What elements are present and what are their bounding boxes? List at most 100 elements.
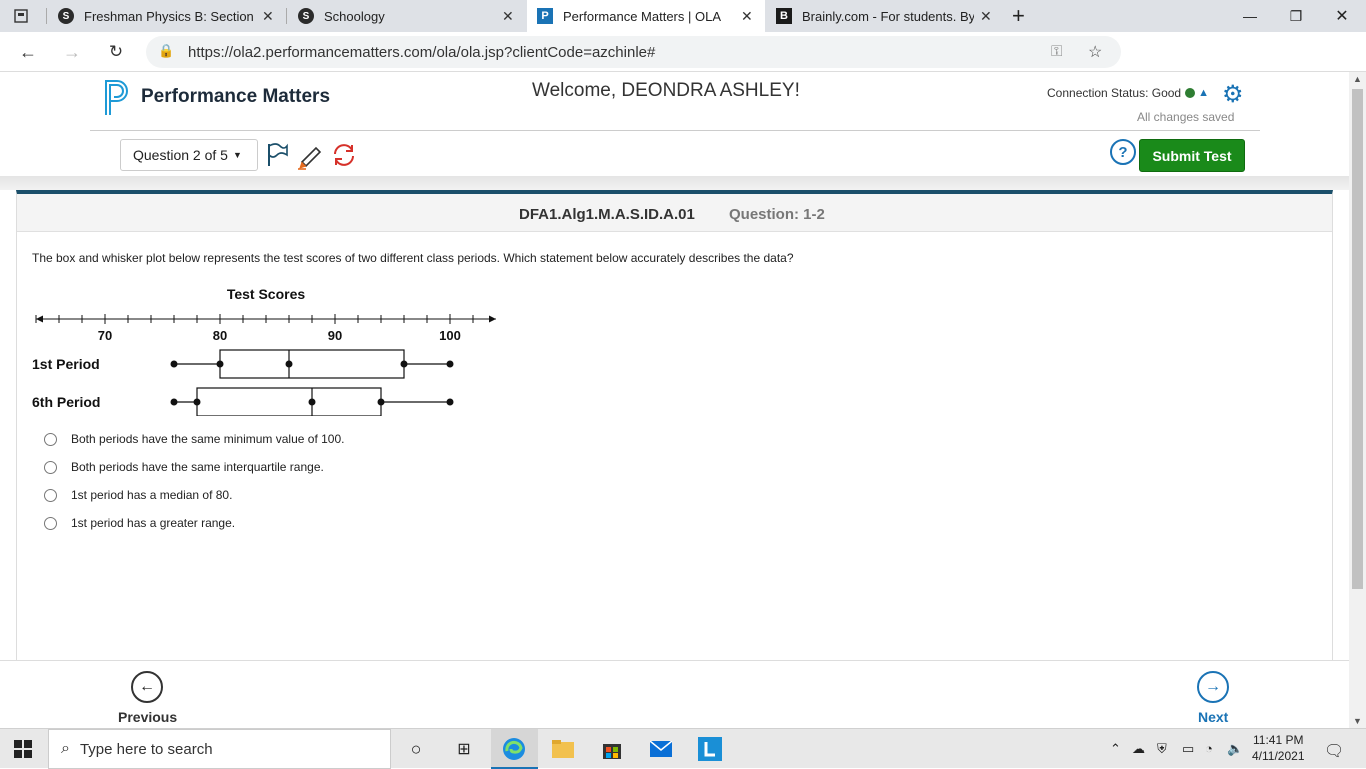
edge-browser-icon[interactable] <box>502 737 526 761</box>
restore-icon[interactable]: ❐ <box>1273 0 1319 32</box>
schoology-favicon-icon: S <box>298 8 314 24</box>
max-point <box>446 360 454 368</box>
radio-button[interactable] <box>44 516 57 530</box>
help-button[interactable]: ? <box>1110 139 1136 165</box>
close-tab-icon[interactable]: ✕ <box>980 8 992 25</box>
task-view-icon[interactable]: ⊞ <box>452 737 476 761</box>
next-arrow-icon[interactable]: → <box>1197 671 1229 703</box>
performance-matters-logo: Performance Matters <box>103 78 330 116</box>
tick-label: 90 <box>328 328 342 343</box>
scrollbar-thumb[interactable] <box>1352 89 1363 589</box>
answer-choice[interactable]: 1st period has a greater range. <box>44 516 235 530</box>
status-dot-icon <box>1185 88 1196 98</box>
tick-label: 100 <box>439 328 461 343</box>
iqr-box <box>219 349 405 379</box>
question-number: Question: 1-2 <box>729 206 825 223</box>
clock-time: 11:41 PM <box>1253 733 1304 747</box>
page-scrollbar[interactable]: ▲ ▼ <box>1349 72 1366 728</box>
tab-brainly[interactable]: B Brainly.com - For students. By stu ✕ <box>766 0 1004 32</box>
previous-arrow-icon[interactable]: ← <box>131 671 163 703</box>
q3-point <box>377 398 385 406</box>
iqr-box <box>196 387 382 416</box>
series-label: 1st Period <box>32 356 100 372</box>
notifications-icon[interactable]: 🗨 <box>1324 741 1344 761</box>
q3-point <box>400 360 408 368</box>
choice-label: 1st period has a median of 80. <box>71 488 233 502</box>
refresh-icon[interactable] <box>331 142 357 168</box>
minimize-icon[interactable]: — <box>1227 0 1273 32</box>
launcher-l-icon[interactable] <box>698 737 722 761</box>
box-whisker-plot: Test Scores 70 80 90 100 1st Period 6th Period <box>32 286 496 416</box>
security-icon[interactable]: ⛨ <box>1157 741 1167 757</box>
cortana-icon[interactable]: ○ <box>404 737 428 761</box>
taskbar-clock[interactable]: 11:41 PM 4/11/2021 <box>1252 732 1305 764</box>
scroll-up-icon[interactable]: ▲ <box>1353 74 1362 84</box>
previous-button[interactable]: Previous <box>118 709 177 725</box>
windows-taskbar: ⌕ Type here to search ○ ⊞ ⌃ ☁ ⛨ ▭ ◔ 🔈 11… <box>0 728 1366 769</box>
submit-test-button[interactable]: Submit Test <box>1139 139 1245 172</box>
logo-mark-icon <box>105 80 128 115</box>
next-button[interactable]: Next <box>1198 709 1228 725</box>
tab-schoology[interactable]: S Schoology ✕ <box>288 0 526 32</box>
question-selector-label: Question 2 of 5 <box>133 147 228 163</box>
clock-date: 4/11/2021 <box>1252 749 1305 763</box>
store-icon[interactable] <box>600 737 624 761</box>
tab-title: Performance Matters | OLA <box>563 8 721 24</box>
close-tab-icon[interactable]: ✕ <box>502 8 514 25</box>
welcome-message: Welcome, DEONDRA ASHLEY! <box>532 80 800 101</box>
answer-choice[interactable]: 1st period has a median of 80. <box>44 488 232 502</box>
forward-arrow-icon[interactable]: → <box>60 40 84 64</box>
search-icon: ⌕ <box>61 740 70 757</box>
brainly-favicon-icon: B <box>776 8 792 24</box>
tab-freshman-physics[interactable]: S Freshman Physics B: Section 1 | S ✕ <box>48 0 286 32</box>
wifi-icon[interactable]: ◔ <box>1205 741 1213 756</box>
q1-point <box>216 360 224 368</box>
back-arrow-icon[interactable]: ← <box>16 40 40 64</box>
mail-icon[interactable] <box>649 737 673 761</box>
min-point <box>170 398 178 406</box>
radio-button[interactable] <box>44 460 57 474</box>
tick-label: 80 <box>213 328 227 343</box>
url-bar[interactable]: 🔒 https://ola2.performancematters.com/ol… <box>146 36 1121 68</box>
answer-choice[interactable]: Both periods have the same minimum value… <box>44 432 344 446</box>
address-bar-row: ← → ↻ 🔒 https://ola2.performancematters.… <box>0 32 1366 94</box>
battery-icon[interactable]: ▭ <box>1182 741 1194 757</box>
median-point <box>285 360 293 368</box>
chart-title: Test Scores <box>227 286 306 302</box>
answer-choice[interactable]: Both periods have the same interquartile… <box>44 460 324 474</box>
choice-label: Both periods have the same minimum value… <box>71 432 345 446</box>
window-close-icon[interactable]: ✕ <box>1319 0 1365 32</box>
new-tab-button[interactable]: + <box>1012 0 1032 32</box>
close-tab-icon[interactable]: ✕ <box>741 8 753 25</box>
tab-actions-icon[interactable] <box>14 0 34 32</box>
question-selector-dropdown[interactable]: Question 2 of 5 ▼ <box>120 139 258 171</box>
pencil-icon[interactable] <box>296 142 324 170</box>
header-divider <box>90 130 1260 131</box>
scroll-down-icon[interactable]: ▼ <box>1353 716 1362 726</box>
close-tab-icon[interactable]: ✕ <box>262 8 274 25</box>
windows-start-icon[interactable] <box>14 740 32 758</box>
settings-gear-icon[interactable]: ⚙ <box>1222 80 1244 109</box>
volume-icon[interactable]: 🔈 <box>1227 741 1243 757</box>
file-explorer-icon[interactable] <box>551 737 575 761</box>
saved-status: All changes saved <box>1137 110 1235 124</box>
toolbar-shadow <box>0 176 1349 190</box>
choice-label: 1st period has a greater range. <box>71 516 236 530</box>
tab-performance-matters[interactable]: P Performance Matters | OLA ✕ <box>527 0 765 32</box>
radio-button[interactable] <box>44 488 57 502</box>
question-panel: DFA1.Alg1.M.A.S.ID.A.01 Question: 1-2 Th… <box>16 190 1333 728</box>
key-icon[interactable]: ⚿ <box>1051 43 1062 60</box>
tab-divider <box>286 8 287 24</box>
flag-icon[interactable] <box>266 142 288 168</box>
tab-title: Freshman Physics B: Section 1 | S <box>84 8 256 24</box>
tray-expand-icon[interactable]: ⌃ <box>1110 741 1121 757</box>
reload-icon[interactable]: ↻ <box>104 40 128 64</box>
add-favorite-icon[interactable]: ☆ <box>1088 42 1102 62</box>
lock-icon: 🔒 <box>158 43 175 58</box>
radio-button[interactable] <box>44 432 57 446</box>
onedrive-icon[interactable]: ☁ <box>1132 741 1145 757</box>
url-text[interactable]: https://ola2.performancematters.com/ola/… <box>188 44 655 61</box>
standard-code: DFA1.Alg1.M.A.S.ID.A.01 <box>519 206 695 223</box>
caret-down-icon: ▼ <box>232 150 242 160</box>
taskbar-search-box[interactable]: ⌕ Type here to search <box>48 729 391 769</box>
